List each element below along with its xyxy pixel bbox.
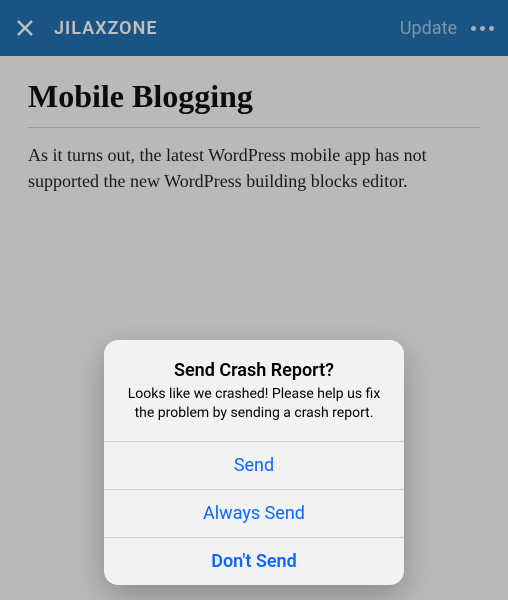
dont-send-button[interactable]: Don't Send: [104, 537, 404, 585]
alert-message: Looks like we crashed! Please help us fi…: [122, 385, 386, 423]
crash-report-alert: Send Crash Report? Looks like we crashed…: [104, 340, 404, 585]
modal-overlay: Send Crash Report? Looks like we crashed…: [0, 0, 508, 600]
always-send-button[interactable]: Always Send: [104, 489, 404, 537]
send-button[interactable]: Send: [104, 441, 404, 489]
alert-title: Send Crash Report?: [122, 360, 386, 381]
alert-header: Send Crash Report? Looks like we crashed…: [104, 340, 404, 441]
